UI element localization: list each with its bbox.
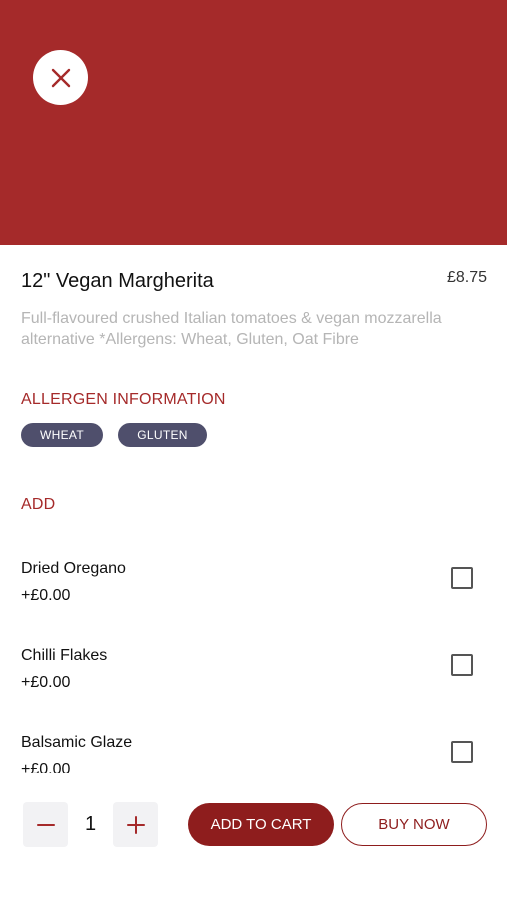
extra-item-price: +£0.00 (21, 761, 71, 773)
product-hero-image (0, 0, 507, 245)
product-description: Full-flavoured crushed Italian tomatoes … (21, 310, 442, 348)
extra-item-name: Chilli Flakes (21, 647, 108, 664)
extra-checkbox-balsamic-glaze[interactable] (451, 741, 473, 763)
extra-item-price: +£0.00 (21, 587, 71, 604)
buy-now-button[interactable]: BUY NOW (341, 803, 487, 846)
product-detail-screen: 12" Vegan Margherita £8.75 Full-flavoure… (0, 0, 507, 900)
extra-checkbox-dried-oregano[interactable] (451, 567, 473, 589)
extra-item-balsamic-glaze[interactable]: Balsamic Glaze +£0.00 (0, 714, 507, 773)
extra-item-name: Balsamic Glaze (21, 734, 133, 751)
extra-checkbox-chilli-flakes[interactable] (451, 654, 473, 676)
quantity-decrease-button[interactable] (23, 802, 68, 847)
allergen-section-title: ALLERGEN INFORMATION (21, 391, 226, 408)
close-button[interactable] (33, 50, 88, 105)
minus-icon (36, 823, 55, 826)
add-to-cart-button[interactable]: ADD TO CART (188, 803, 334, 846)
extra-item-dried-oregano[interactable]: Dried Oregano +£0.00 (0, 540, 507, 627)
extra-item-name: Dried Oregano (21, 560, 126, 577)
quantity-value: 1 (84, 813, 97, 835)
allergen-chip-wheat: WHEAT (21, 423, 103, 447)
product-price: £8.75 (446, 269, 487, 286)
extra-item-chilli-flakes[interactable]: Chilli Flakes +£0.00 (0, 627, 507, 714)
close-icon (51, 68, 70, 87)
product-title: 12" Vegan Margherita (21, 270, 214, 292)
allergen-chip-gluten: GLUTEN (118, 423, 207, 447)
add-section-title: ADD (21, 496, 56, 513)
plus-icon (126, 815, 145, 834)
extras-list: Dried Oregano +£0.00 Chilli Flakes +£0.0… (0, 540, 507, 773)
extra-item-price: +£0.00 (21, 674, 71, 691)
quantity-increase-button[interactable] (113, 802, 158, 847)
